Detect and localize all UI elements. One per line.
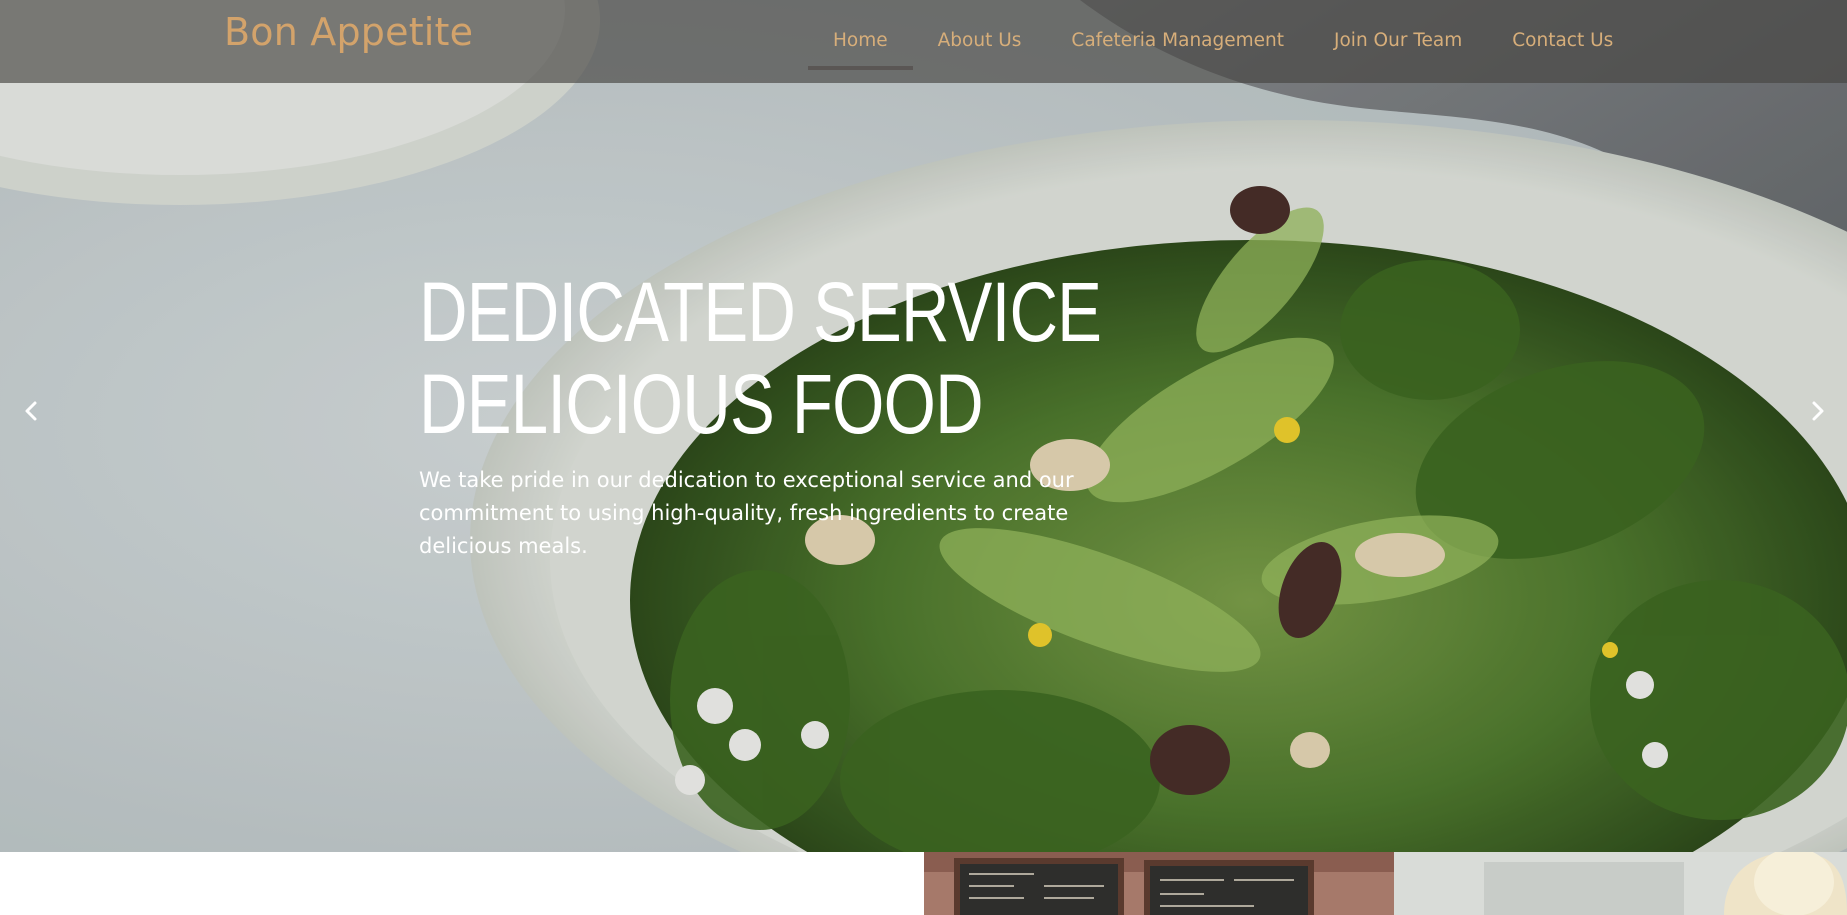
chevron-left-icon xyxy=(25,401,37,421)
top-navbar: Bon Appetite Home About Us Cafeteria Man… xyxy=(0,0,1847,83)
carousel-next-button[interactable] xyxy=(1803,396,1833,426)
carousel-prev-button[interactable] xyxy=(16,396,46,426)
hero-subtext: We take pride in our dedication to excep… xyxy=(419,468,1074,558)
nav-item-home[interactable]: Home xyxy=(808,0,913,70)
nav-item-contact-us[interactable]: Contact Us xyxy=(1487,0,1638,70)
nav-item-about-us[interactable]: About Us xyxy=(913,0,1047,70)
hero-headline: DEDICATED SERVICE DELICIOUS FOOD xyxy=(419,266,1159,450)
cafeteria-photo xyxy=(924,852,1847,915)
hero-caption: DEDICATED SERVICE DELICIOUS FOOD We take… xyxy=(419,266,1159,584)
chevron-right-icon xyxy=(1812,401,1824,421)
hero-carousel: DEDICATED SERVICE DELICIOUS FOOD We take… xyxy=(0,0,1847,852)
headline-line-2: DELICIOUS FOOD xyxy=(419,357,984,451)
nav-item-join-our-team[interactable]: Join Our Team xyxy=(1309,0,1487,70)
nav-item-cafeteria-management[interactable]: Cafeteria Management xyxy=(1046,0,1309,70)
headline-line-1: DEDICATED SERVICE xyxy=(419,265,1102,359)
brand-logo[interactable]: Bon Appetite xyxy=(224,10,473,54)
main-nav: Home About Us Cafeteria Management Join … xyxy=(808,0,1638,83)
cafeteria-image xyxy=(924,852,1847,915)
next-section xyxy=(0,852,1847,915)
